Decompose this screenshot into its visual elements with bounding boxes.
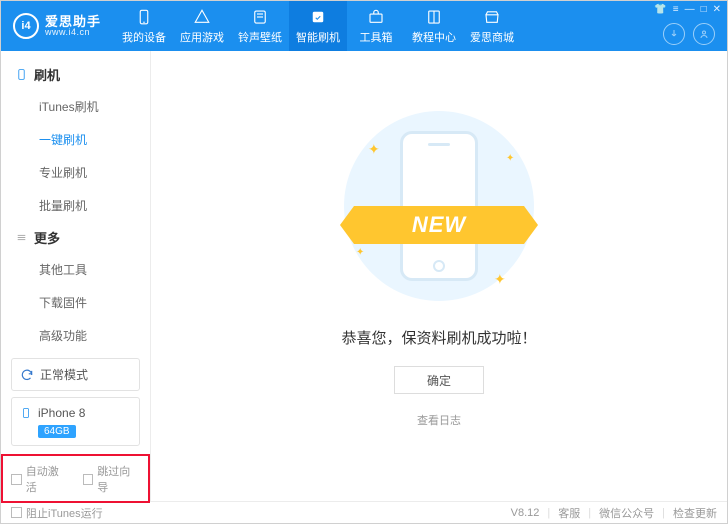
phone-icon xyxy=(135,8,153,26)
window-controls: 👕 ≡ — □ ✕ xyxy=(654,4,721,15)
sidebar-item-other-tools[interactable]: 其他工具 xyxy=(1,253,150,286)
sidebar-item-advanced[interactable]: 高级功能 xyxy=(1,319,150,352)
nav-label: 我的设备 xyxy=(122,29,166,45)
top-nav: 我的设备 应用游戏 铃声壁纸 智能刷机 工具箱 教程中心 爱思商城 xyxy=(115,1,521,51)
checkbox-label: 自动激活 xyxy=(26,463,69,495)
logo[interactable]: i4 爱思助手 www.i4.cn xyxy=(1,13,115,39)
note-icon xyxy=(251,8,269,26)
user-button[interactable] xyxy=(693,23,715,45)
minimize-icon[interactable]: — xyxy=(685,4,695,15)
checkbox-icon xyxy=(11,507,22,518)
checkbox-icon xyxy=(11,474,22,485)
device-mode-box[interactable]: 正常模式 xyxy=(11,358,140,391)
download-button[interactable] xyxy=(663,23,685,45)
nav-my-device[interactable]: 我的设备 xyxy=(115,1,173,51)
checkbox-label: 跳过向导 xyxy=(97,463,140,495)
close-icon[interactable]: ✕ xyxy=(713,4,721,15)
sidebar-group-label: 刷机 xyxy=(34,65,60,84)
app-header: i4 爱思助手 www.i4.cn 我的设备 应用游戏 铃声壁纸 智能刷机 工具… xyxy=(1,1,727,51)
options-row: 自动激活 跳过向导 xyxy=(1,454,150,503)
nav-flash[interactable]: 智能刷机 xyxy=(289,1,347,51)
checkbox-icon xyxy=(83,474,94,485)
footer-link-update[interactable]: 检查更新 xyxy=(673,505,717,521)
success-illustration: ✦✦✦✦ NEW xyxy=(344,111,534,301)
auto-activate-checkbox[interactable]: 自动激活 xyxy=(11,463,69,495)
apps-icon xyxy=(193,8,211,26)
flash-icon xyxy=(309,8,327,26)
sidebar-group-flash: 刷机 xyxy=(1,59,150,90)
footer-link-wechat[interactable]: 微信公众号 xyxy=(599,505,654,521)
nav-label: 教程中心 xyxy=(412,29,456,45)
nav-toolbox[interactable]: 工具箱 xyxy=(347,1,405,51)
nav-ringtones[interactable]: 铃声壁纸 xyxy=(231,1,289,51)
maximize-icon[interactable]: □ xyxy=(701,4,707,15)
sidebar-item-download-firmware[interactable]: 下载固件 xyxy=(1,286,150,319)
skip-guide-checkbox[interactable]: 跳过向导 xyxy=(83,463,141,495)
nav-label: 工具箱 xyxy=(360,29,393,45)
nav-label: 应用游戏 xyxy=(180,29,224,45)
confirm-button[interactable]: 确定 xyxy=(394,366,484,394)
nav-shop[interactable]: 爱思商城 xyxy=(463,1,521,51)
footer-link-support[interactable]: 客服 xyxy=(558,505,580,521)
shop-icon xyxy=(483,8,501,26)
main-pane: ✦✦✦✦ NEW 恭喜您，保资料刷机成功啦！ 确定 查看日志 xyxy=(151,51,727,501)
sidebar-group-label: 更多 xyxy=(34,228,60,247)
device-name: iPhone 8 xyxy=(38,406,85,420)
logo-icon: i4 xyxy=(13,13,39,39)
nav-label: 爱思商城 xyxy=(470,29,514,45)
ribbon-text: NEW xyxy=(412,212,466,238)
menu-lines-icon xyxy=(15,231,28,244)
success-message: 恭喜您，保资料刷机成功啦！ xyxy=(341,327,536,348)
checkbox-label: 阻止iTunes运行 xyxy=(26,505,103,521)
sidebar-item-itunes-flash[interactable]: iTunes刷机 xyxy=(1,90,150,123)
skin-icon[interactable]: 👕 xyxy=(654,4,666,15)
device-info-box[interactable]: iPhone 8 64GB xyxy=(11,397,140,446)
view-log-link[interactable]: 查看日志 xyxy=(417,412,461,428)
sidebar-item-oneclick-flash[interactable]: 一键刷机 xyxy=(1,123,150,156)
sidebar-item-pro-flash[interactable]: 专业刷机 xyxy=(1,156,150,189)
status-bar: 阻止iTunes运行 V8.12 | 客服 | 微信公众号 | 检查更新 xyxy=(1,501,727,523)
block-itunes-checkbox[interactable]: 阻止iTunes运行 xyxy=(11,505,103,521)
device-icon xyxy=(20,405,32,421)
storage-badge: 64GB xyxy=(38,425,76,438)
phone-outline-icon xyxy=(15,68,28,81)
toolbox-icon xyxy=(367,8,385,26)
nav-label: 铃声壁纸 xyxy=(238,29,282,45)
sidebar-item-batch-flash[interactable]: 批量刷机 xyxy=(1,189,150,222)
nav-tutorials[interactable]: 教程中心 xyxy=(405,1,463,51)
book-icon xyxy=(425,8,443,26)
menu-icon[interactable]: ≡ xyxy=(673,4,679,15)
mode-label: 正常模式 xyxy=(40,366,88,383)
brand-url: www.i4.cn xyxy=(45,28,101,37)
refresh-icon xyxy=(20,368,34,382)
sidebar-group-more: 更多 xyxy=(1,222,150,253)
nav-apps[interactable]: 应用游戏 xyxy=(173,1,231,51)
sidebar: 刷机 iTunes刷机 一键刷机 专业刷机 批量刷机 更多 其他工具 下载固件 … xyxy=(1,51,151,501)
nav-label: 智能刷机 xyxy=(296,29,340,45)
version-label: V8.12 xyxy=(511,507,540,519)
